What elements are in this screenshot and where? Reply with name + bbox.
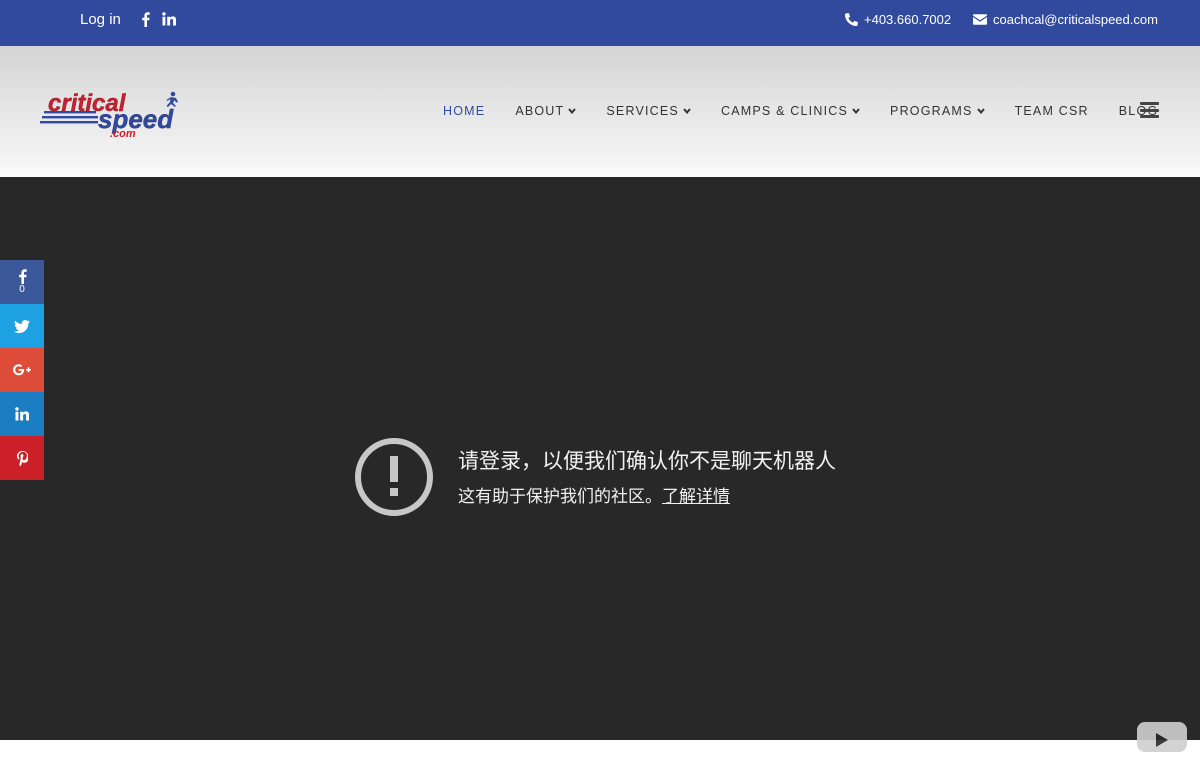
signin-message-subtitle: 这有助于保护我们的社区。了解详情 <box>458 482 730 507</box>
nav-services-label: SERVICES <box>606 104 679 118</box>
video-embed[interactable]: 请登录，以便我们确认你不是聊天机器人 这有助于保护我们的社区。了解详情 <box>0 177 1200 752</box>
share-facebook-button[interactable]: 0 <box>0 260 44 304</box>
logo-line3: .com <box>110 128 136 140</box>
nav-home[interactable]: HOME <box>443 104 485 118</box>
pinterest-icon <box>16 450 28 466</box>
envelope-icon <box>973 14 987 25</box>
login-link[interactable]: Log in <box>80 11 121 28</box>
signin-message-text: 这有助于保护我们的社区。 <box>458 487 662 506</box>
alert-icon <box>355 438 433 516</box>
linkedin-icon <box>15 407 29 421</box>
hamburger-icon[interactable] <box>1140 102 1159 118</box>
email-address: coachcal@criticalspeed.com <box>993 12 1158 27</box>
chevron-down-icon <box>852 108 860 114</box>
top-bar: Log in +403.660.7002 coachcal@criticalsp… <box>0 0 1200 46</box>
nav-camps-clinics[interactable]: CAMPS & CLINICS <box>721 104 860 118</box>
chevron-down-icon <box>976 108 985 114</box>
google-plus-icon <box>13 364 31 376</box>
nav-about[interactable]: ABOUT <box>515 104 577 118</box>
nav-about-label: ABOUT <box>515 104 565 118</box>
nav-team-csr[interactable]: TEAM CSR <box>1015 104 1089 118</box>
learn-more-link[interactable]: 了解详情 <box>662 487 730 506</box>
email-link[interactable]: coachcal@criticalspeed.com <box>973 12 1158 27</box>
phone-number: +403.660.7002 <box>864 12 952 27</box>
nav-home-label: HOME <box>443 104 486 118</box>
share-count: 0 <box>19 284 25 295</box>
nav-camps-clinics-label: CAMPS & CLINICS <box>720 104 849 118</box>
share-google-plus-button[interactable] <box>0 348 44 392</box>
signin-message-title: 请登录，以便我们确认你不是聊天机器人 <box>458 450 836 473</box>
main-nav: HOME ABOUT SERVICES CAMPS & CLINICS PROG… <box>443 104 1188 118</box>
nav-team-csr-label: TEAM CSR <box>1014 104 1089 118</box>
chevron-down-icon <box>568 108 577 114</box>
nav-programs[interactable]: PROGRAMS <box>890 104 985 118</box>
nav-services[interactable]: SERVICES <box>606 104 691 118</box>
chevron-down-icon <box>683 108 691 114</box>
site-header: critical speed .com HOME ABOUT SERVICES … <box>0 46 1200 177</box>
youtube-play-button[interactable] <box>1137 722 1187 752</box>
play-icon <box>1156 733 1168 747</box>
facebook-icon <box>18 269 27 284</box>
logo[interactable]: critical speed .com <box>40 90 192 140</box>
share-twitter-button[interactable] <box>0 304 44 348</box>
phone-link[interactable]: +403.660.7002 <box>845 12 951 27</box>
linkedin-icon[interactable] <box>161 10 177 28</box>
share-pinterest-button[interactable] <box>0 436 44 480</box>
twitter-icon <box>14 319 30 333</box>
social-share-bar: 0 <box>0 260 44 480</box>
share-linkedin-button[interactable] <box>0 392 44 436</box>
facebook-icon[interactable] <box>137 10 153 28</box>
phone-icon <box>845 13 858 26</box>
nav-programs-label: PROGRAMS <box>890 104 973 118</box>
